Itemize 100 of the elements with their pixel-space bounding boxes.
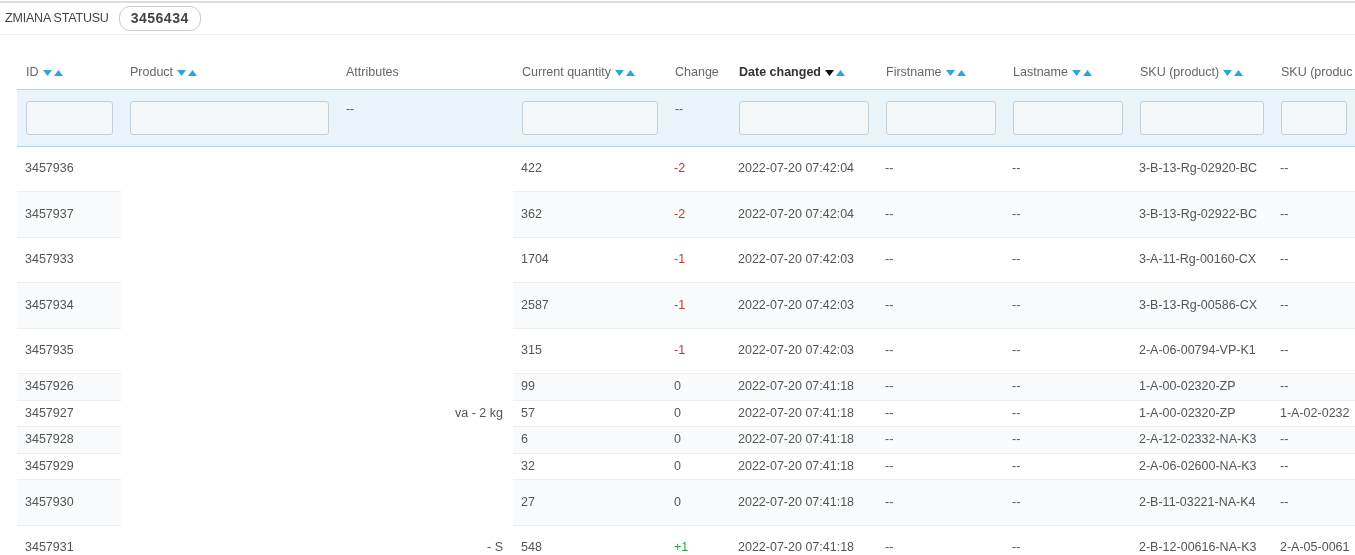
sku-cell: 1-A-00-02320-ZP: [1139, 405, 1236, 420]
change-cell: -2: [674, 161, 686, 176]
lastname-cell: --: [1012, 432, 1021, 447]
quantity-cell: 362: [521, 206, 542, 221]
change-cell: -1: [674, 343, 686, 358]
column-header[interactable]: Firstname: [886, 64, 942, 79]
sku-cell: 3-B-13-Rg-02922-BC: [1139, 206, 1258, 221]
firstname-cell: --: [885, 379, 894, 394]
column-header[interactable]: SKU (product): [1140, 64, 1220, 79]
filter-field[interactable]: [886, 100, 996, 135]
sku-cell: 2-B-11-03221-NA-K4: [1139, 494, 1256, 509]
quantity-cell: 2587: [521, 297, 549, 312]
filter-placeholder-text: --: [346, 100, 355, 118]
quantity-cell: 32: [521, 458, 535, 473]
lastname-cell: --: [1012, 161, 1021, 176]
id-cell: 3457927: [25, 405, 74, 420]
quantity-cell: 99: [521, 379, 535, 394]
sort-ascending-icon[interactable]: [53, 69, 63, 76]
change-cell: -1: [674, 252, 686, 267]
sort-ascending-icon[interactable]: [1234, 69, 1244, 76]
firstname-cell: --: [885, 494, 894, 509]
column-header: Change: [675, 64, 719, 79]
date-cell: 2022-07-20 07:42:04: [738, 161, 855, 176]
change-cell: 0: [674, 379, 681, 394]
change-cell: 0: [674, 494, 681, 509]
firstname-cell: --: [885, 161, 894, 176]
id-cell: 3457931: [25, 540, 74, 555]
quantity-cell: 27: [521, 494, 535, 509]
column-header[interactable]: Current quantity: [522, 64, 611, 79]
column-header[interactable]: ID: [26, 64, 39, 79]
sort-descending-icon[interactable]: [824, 69, 834, 76]
column-header[interactable]: Lastname: [1013, 64, 1068, 79]
column-header: SKU (produc: [1281, 64, 1353, 79]
sku-cell: --: [1280, 379, 1289, 394]
lastname-cell: --: [1012, 494, 1021, 509]
change-cell: 0: [674, 458, 681, 473]
sku-cell: 2-A-06-02600-NA-K3: [1139, 458, 1257, 473]
quantity-cell: 315: [521, 343, 542, 358]
firstname-cell: --: [885, 252, 894, 267]
sku-cell: --: [1280, 206, 1289, 221]
sku-cell: 1-A-00-02320-ZP: [1139, 379, 1236, 394]
date-cell: 2022-07-20 07:41:18: [738, 494, 855, 509]
lastname-cell: --: [1012, 379, 1021, 394]
firstname-cell: --: [885, 343, 894, 358]
quantity-cell: 548: [521, 540, 542, 555]
lastname-cell: --: [1012, 252, 1021, 267]
filter-field[interactable]: [739, 100, 869, 135]
sku-cell: 1-A-02-0232: [1280, 405, 1350, 420]
sku-cell: --: [1280, 432, 1289, 447]
id-cell: 3457926: [25, 379, 74, 394]
lastname-cell: --: [1012, 343, 1021, 358]
filter-field[interactable]: [26, 100, 113, 135]
id-cell: 3457936: [25, 161, 74, 176]
change-cell: -1: [674, 297, 686, 312]
attributes-cell: va - 2 kg: [455, 405, 503, 420]
sku-cell: 2-A-12-02332-NA-K3: [1139, 432, 1257, 447]
date-cell: 2022-07-20 07:41:18: [738, 379, 855, 394]
filter-field[interactable]: [1140, 100, 1264, 135]
change-cell: 0: [674, 432, 681, 447]
firstname-cell: --: [885, 432, 894, 447]
firstname-cell: --: [885, 405, 894, 420]
filter-field[interactable]: [522, 100, 658, 135]
sort-ascending-icon[interactable]: [1082, 69, 1092, 76]
date-cell: 2022-07-20 07:42:04: [738, 206, 855, 221]
date-cell: 2022-07-20 07:41:18: [738, 432, 855, 447]
column-header[interactable]: Product: [130, 64, 174, 79]
filter-field[interactable]: [1281, 100, 1347, 135]
sku-cell: 2-A-05-0061: [1280, 540, 1350, 555]
firstname-cell: --: [885, 458, 894, 473]
lastname-cell: --: [1012, 540, 1021, 555]
sku-cell: 2-A-06-00794-VP-K1: [1139, 343, 1256, 358]
sku-cell: 2-B-12-00616-NA-K3: [1139, 540, 1257, 555]
filter-field[interactable]: [1013, 100, 1123, 135]
change-cell: +1: [674, 540, 689, 555]
lastname-cell: --: [1012, 206, 1021, 221]
column-header[interactable]: Date changed: [739, 64, 821, 79]
sku-cell: --: [1280, 343, 1289, 358]
id-cell: 3457930: [25, 494, 74, 509]
date-cell: 2022-07-20 07:41:18: [738, 458, 855, 473]
sort-ascending-icon[interactable]: [188, 69, 198, 76]
lastname-cell: --: [1012, 405, 1021, 420]
lastname-cell: --: [1012, 458, 1021, 473]
firstname-cell: --: [885, 297, 894, 312]
firstname-cell: --: [885, 540, 894, 555]
lastname-cell: --: [1012, 297, 1021, 312]
date-cell: 2022-07-20 07:41:18: [738, 540, 855, 555]
status-id-label: 3456434: [118, 6, 201, 31]
id-cell: 3457935: [25, 343, 74, 358]
filter-field[interactable]: [130, 100, 329, 135]
quantity-cell: 57: [521, 405, 535, 420]
sku-cell: --: [1280, 458, 1289, 473]
sort-ascending-icon[interactable]: [956, 69, 966, 76]
id-cell: 3457937: [25, 206, 74, 221]
sort-ascending-icon[interactable]: [625, 69, 635, 76]
sku-cell: 3-B-13-Rg-02920-BC: [1139, 161, 1258, 176]
column-header: Attributes: [346, 64, 399, 79]
id-cell: 3457928: [25, 432, 74, 447]
sku-cell: --: [1280, 252, 1289, 267]
quantity-cell: 422: [521, 161, 542, 176]
change-cell: 0: [674, 405, 681, 420]
